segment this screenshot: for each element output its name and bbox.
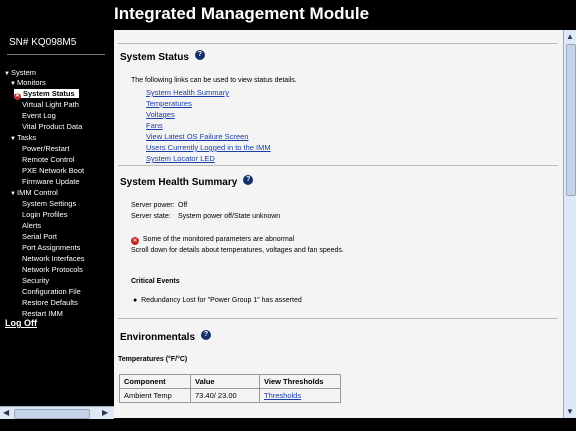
nav-configuration-file[interactable]: Configuration File — [22, 287, 81, 296]
critical-event-item: ● Redundancy Lost for "Power Group 1" ha… — [133, 297, 302, 304]
critical-events-heading: Critical Events — [131, 278, 180, 285]
temperatures-table: Component Value View Thresholds Ambient … — [119, 374, 341, 403]
main-content: System Status? The following links can b… — [114, 30, 576, 418]
question-mark-icon[interactable]: ? — [243, 175, 254, 185]
nav-power-restart[interactable]: Power/Restart — [22, 144, 70, 153]
scroll-down-icon[interactable]: ▼ — [564, 407, 576, 416]
divider — [118, 165, 558, 166]
table-row: Ambient Temp 73.40/ 23.00 Thresholds — [119, 388, 341, 403]
triangle-down-icon: ▼ — [10, 81, 16, 87]
scroll-left-icon[interactable]: ◀ — [3, 407, 9, 419]
nav-tasks[interactable]: ▼Tasks — [10, 133, 36, 142]
error-x-icon: ✕ — [131, 237, 139, 245]
temperatures-heading: Temperatures (°F/°C) — [118, 356, 188, 363]
environmentals-heading: Environmentals? — [120, 330, 212, 343]
nav-vital-product-data[interactable]: Vital Product Data — [22, 122, 82, 131]
error-x-icon: ✕ — [14, 93, 21, 100]
nav-system-status[interactable]: ✕ System Status — [14, 89, 79, 100]
nav-system[interactable]: ▼System — [4, 68, 36, 77]
link-temperatures[interactable]: Temperatures — [146, 99, 192, 108]
scroll-hint: Scroll down for details about temperatur… — [131, 247, 344, 254]
link-system-locator-led[interactable]: System Locator LED — [146, 154, 215, 163]
nav-port-assignments[interactable]: Port Assignments — [22, 243, 80, 252]
cell-value: 73.40/ 23.00 — [190, 388, 260, 403]
nav-login-profiles[interactable]: Login Profiles — [22, 210, 67, 219]
nav-system-settings[interactable]: System Settings — [22, 199, 76, 208]
server-power-label: Server power: — [131, 202, 175, 209]
health-warning: ✕ Some of the monitored parameters are a… — [131, 236, 295, 245]
link-fans[interactable]: Fans — [146, 121, 163, 130]
divider — [118, 318, 558, 319]
app-title: Integrated Management Module — [114, 4, 370, 23]
column-header: Value — [190, 374, 260, 389]
link-voltages[interactable]: Voltages — [146, 110, 175, 119]
link-system-health-summary[interactable]: System Health Summary — [146, 88, 229, 97]
scroll-up-icon[interactable]: ▲ — [564, 32, 576, 41]
nav-remote-control[interactable]: Remote Control — [22, 155, 75, 164]
nav-security[interactable]: Security — [22, 276, 49, 285]
nav-pxe-network-boot[interactable]: PXE Network Boot — [22, 166, 84, 175]
scrollbar-thumb[interactable] — [566, 44, 576, 196]
triangle-down-icon: ▼ — [10, 191, 16, 197]
table-header-row: Component Value View Thresholds — [119, 374, 341, 389]
scrollbar-thumb[interactable] — [14, 409, 90, 419]
sidebar-horizontal-scrollbar[interactable]: ◀ ▶ — [0, 406, 114, 419]
system-health-heading: System Health Summary? — [120, 175, 254, 188]
serial-number: SN# KQ098M5 — [9, 37, 77, 48]
nav-event-log[interactable]: Event Log — [22, 111, 56, 120]
nav-network-protocols[interactable]: Network Protocols — [22, 265, 83, 274]
nav-network-interfaces[interactable]: Network Interfaces — [22, 254, 85, 263]
divider — [118, 43, 558, 44]
server-power-value: Off — [178, 202, 188, 209]
nav-virtual-light-path[interactable]: Virtual Light Path — [22, 100, 79, 109]
cell-thresholds: Thresholds — [259, 388, 341, 403]
column-header: Component — [119, 374, 191, 389]
scroll-right-icon[interactable]: ▶ — [102, 407, 108, 419]
system-status-intro: The following links can be used to view … — [131, 77, 297, 84]
cell-component: Ambient Temp — [119, 388, 191, 403]
header-bar: Integrated Management Module — [0, 0, 576, 30]
triangle-down-icon: ▼ — [10, 136, 16, 142]
sidebar-divider — [7, 54, 105, 55]
main-vertical-scrollbar[interactable]: ▲ ▼ — [563, 30, 576, 418]
question-mark-icon[interactable]: ? — [194, 50, 205, 60]
nav-monitors[interactable]: ▼Monitors — [10, 78, 46, 87]
column-header: View Thresholds — [259, 374, 341, 389]
question-mark-icon[interactable]: ? — [201, 330, 212, 340]
nav-firmware-update[interactable]: Firmware Update — [22, 177, 80, 186]
sidebar: SN# KQ098M5 ▼System ▼Monitors ✕ System St… — [0, 30, 114, 406]
nav-restart-imm[interactable]: Restart IMM — [22, 309, 63, 318]
nav-restore-defaults[interactable]: Restore Defaults — [22, 298, 78, 307]
server-state-label: Server state: — [131, 213, 171, 220]
nav-alerts[interactable]: Alerts — [22, 221, 41, 230]
server-state-value: System power off/State unknown — [178, 213, 281, 220]
thresholds-link[interactable]: Thresholds — [264, 391, 301, 400]
nav-imm-control[interactable]: ▼IMM Control — [10, 188, 58, 197]
system-status-heading: System Status? — [120, 50, 205, 63]
log-off-link[interactable]: Log Off — [5, 318, 37, 328]
link-users-logged-in[interactable]: Users Currently Logged in to the IMM — [146, 143, 271, 152]
nav-serial-port[interactable]: Serial Port — [22, 232, 57, 241]
link-os-failure-screen[interactable]: View Latest OS Failure Screen — [146, 132, 248, 141]
content-panel: System Status? The following links can b… — [118, 30, 564, 418]
